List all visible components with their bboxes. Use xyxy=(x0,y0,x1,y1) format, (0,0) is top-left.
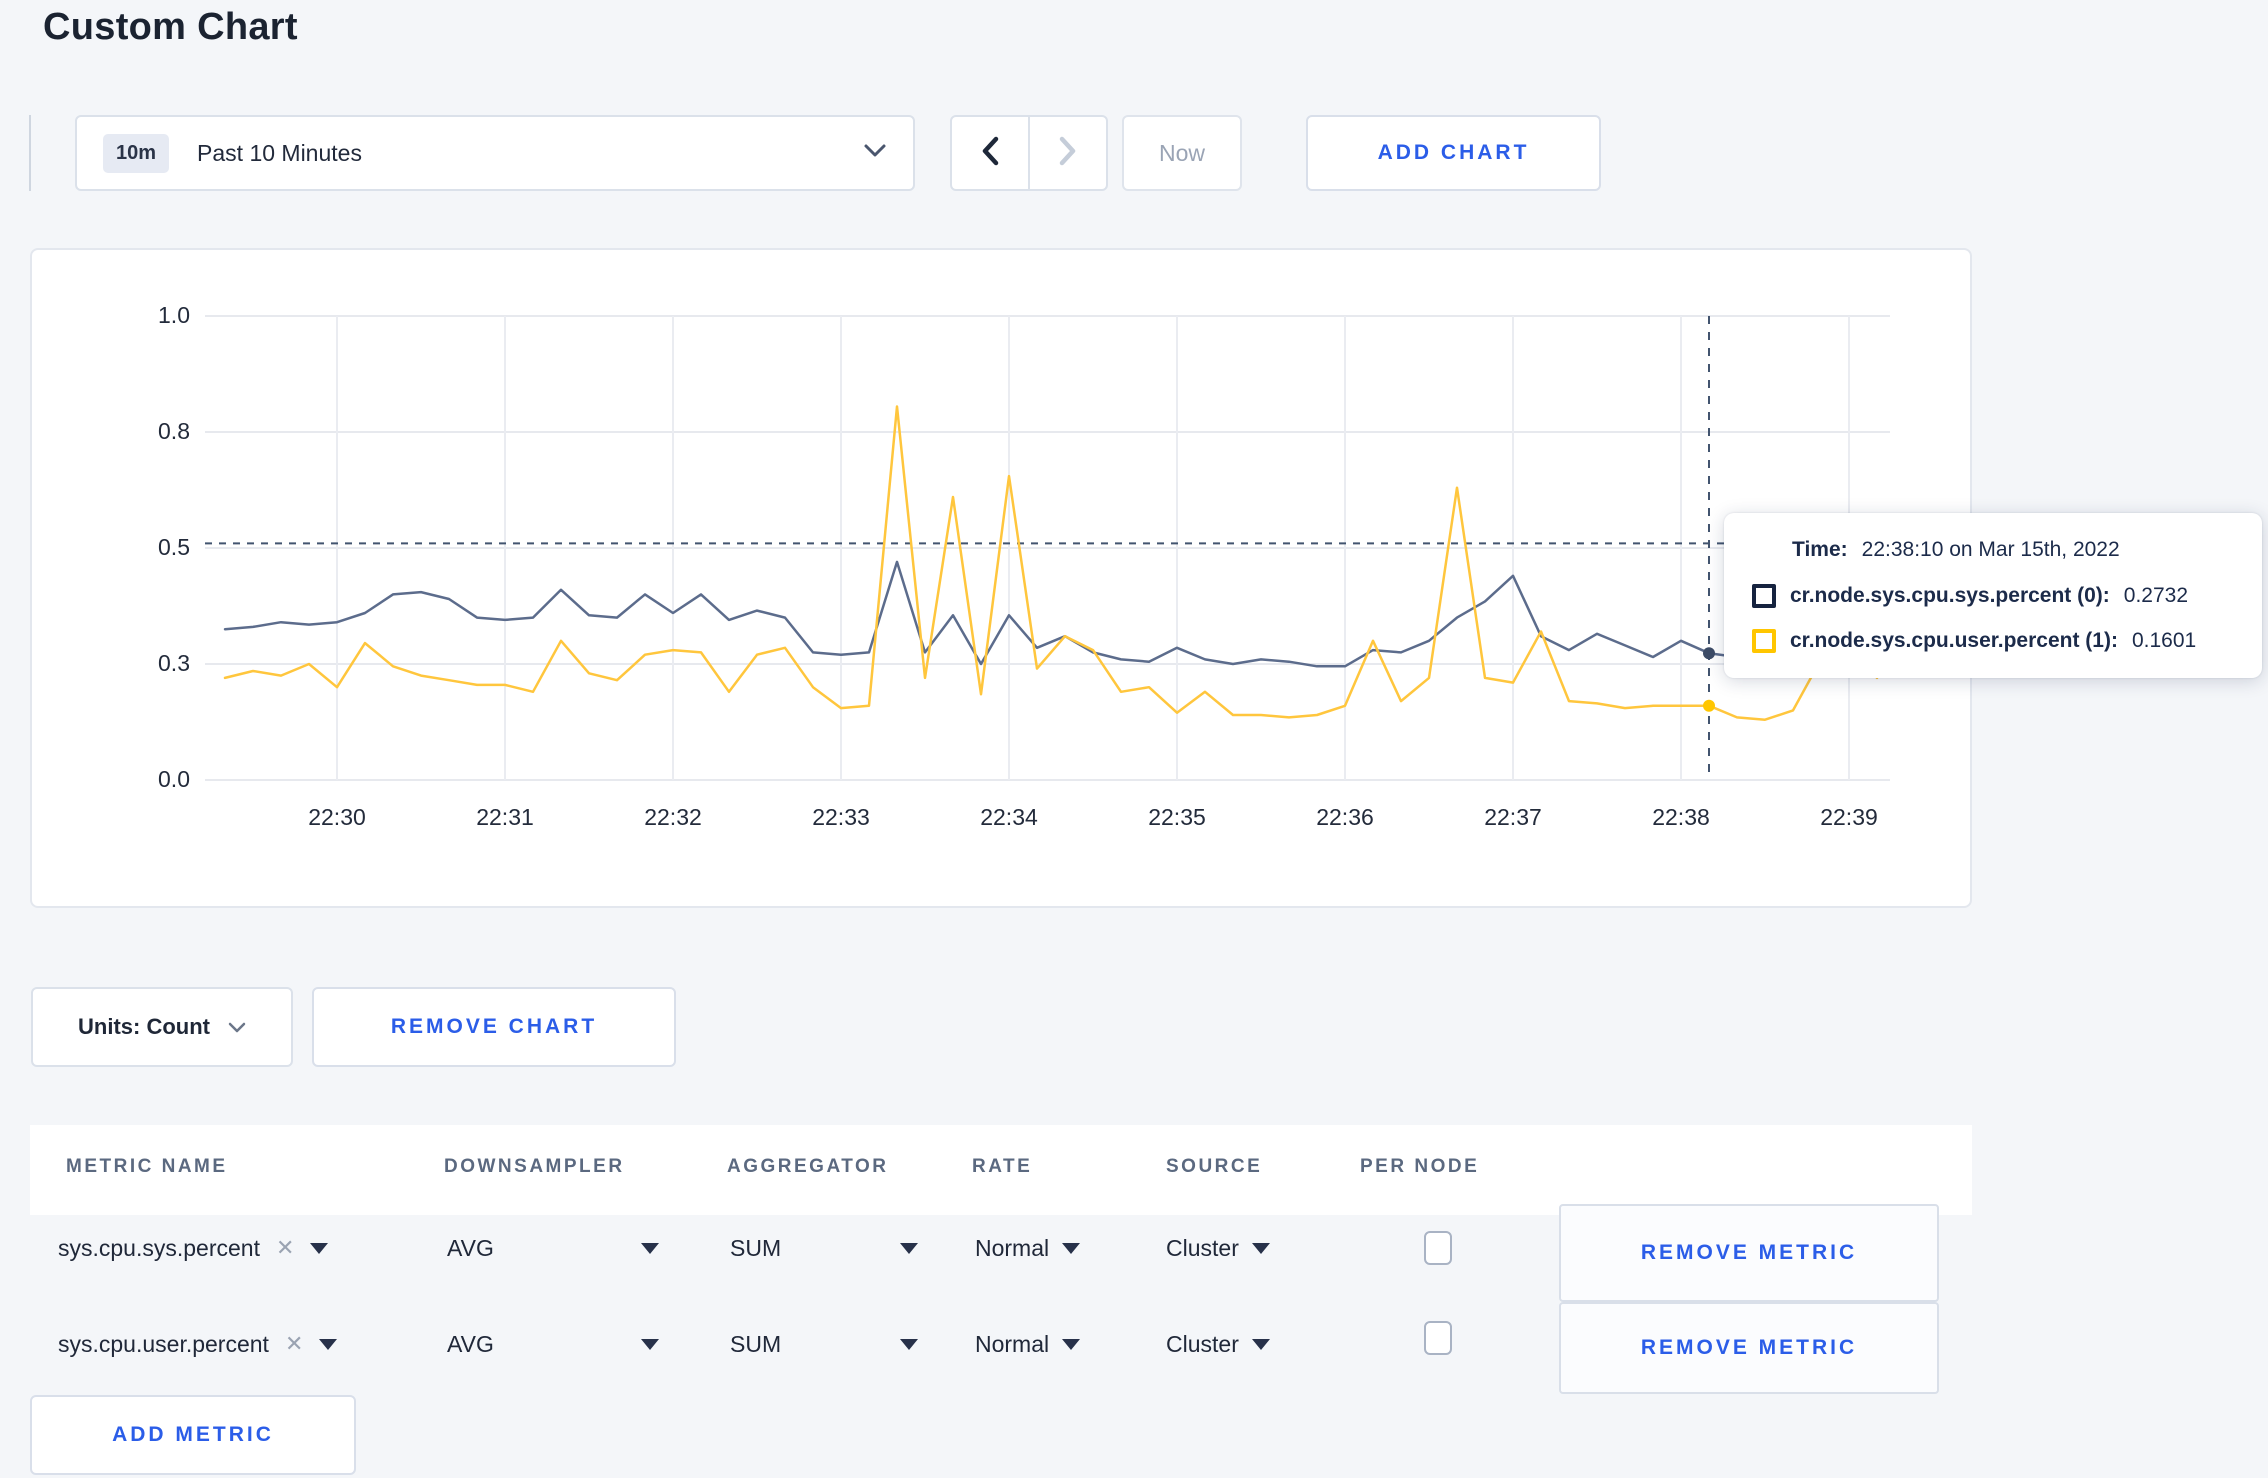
remove-metric-button[interactable]: REMOVE METRIC xyxy=(1559,1204,1939,1302)
chart-card[interactable] xyxy=(30,248,1972,908)
downsampler-select[interactable]: AVG xyxy=(447,1198,659,1298)
per-node-checkbox[interactable] xyxy=(1424,1321,1452,1355)
caret-down-icon xyxy=(1251,1242,1270,1254)
page-title: Custom Chart xyxy=(43,6,298,48)
units-label: Units: Count xyxy=(78,1014,210,1039)
time-prev-button[interactable] xyxy=(952,117,1030,189)
downsampler-select[interactable]: AVG xyxy=(447,1294,659,1394)
rate-select[interactable]: Normal xyxy=(975,1198,1081,1298)
time-next-button[interactable] xyxy=(1030,117,1106,189)
series-swatch-user xyxy=(1752,629,1776,653)
custom-chart-page: Custom Chart 10m Past 10 Minutes Now ADD… xyxy=(0,0,2268,1478)
chevron-down-icon xyxy=(228,1014,246,1040)
source-value: Cluster xyxy=(1166,1234,1239,1261)
rate-select[interactable]: Normal xyxy=(975,1294,1081,1394)
chart-hover-tooltip: Time: 22:38:10 on Mar 15th, 2022 cr.node.… xyxy=(1724,513,2262,678)
per-node-checkbox[interactable] xyxy=(1424,1231,1452,1265)
aggregator-value: SUM xyxy=(730,1234,782,1261)
time-range-badge: 10m xyxy=(103,133,170,173)
time-range-label: Past 10 Minutes xyxy=(197,139,362,166)
caret-down-icon xyxy=(1062,1242,1081,1254)
series-swatch-sys xyxy=(1752,583,1776,608)
metric-name-value: sys.cpu.sys.percent xyxy=(58,1234,260,1261)
downsampler-value: AVG xyxy=(447,1330,494,1357)
caret-down-icon xyxy=(641,1338,659,1350)
col-header-source: SOURCE xyxy=(1166,1156,1263,1177)
remove-chart-button[interactable]: REMOVE CHART xyxy=(312,987,676,1067)
source-select[interactable]: Cluster xyxy=(1166,1294,1270,1394)
metric-row: sys.cpu.sys.percent ✕ AVG SUM Normal Clu… xyxy=(0,1198,2268,1302)
time-range-select[interactable]: 10m Past 10 Minutes xyxy=(75,115,915,191)
col-header-metric-name: METRIC NAME xyxy=(66,1156,228,1177)
chevron-down-icon xyxy=(863,143,887,164)
clear-x-icon[interactable]: ✕ xyxy=(285,1331,303,1357)
chevron-right-icon xyxy=(1057,135,1079,172)
tooltip-time-value: 22:38:10 on Mar 15th, 2022 xyxy=(1861,538,2120,561)
add-chart-button[interactable]: ADD CHART xyxy=(1306,115,1601,191)
tooltip-series-label: cr.node.sys.cpu.sys.percent (0): xyxy=(1790,583,2110,607)
metric-name-select[interactable]: sys.cpu.sys.percent ✕ xyxy=(58,1198,329,1298)
metric-name-select[interactable]: sys.cpu.user.percent ✕ xyxy=(58,1294,338,1394)
rate-value: Normal xyxy=(975,1330,1050,1357)
add-metric-button[interactable]: ADD METRIC xyxy=(30,1395,356,1475)
rate-value: Normal xyxy=(975,1234,1050,1261)
clear-x-icon[interactable]: ✕ xyxy=(276,1235,294,1261)
col-header-aggregator: AGGREGATOR xyxy=(727,1156,889,1177)
metric-name-value: sys.cpu.user.percent xyxy=(58,1330,269,1357)
caret-down-icon xyxy=(900,1242,918,1254)
tooltip-series-value: 0.1601 xyxy=(2131,629,2197,652)
col-header-per-node: PER NODE xyxy=(1360,1156,1480,1177)
aggregator-value: SUM xyxy=(730,1330,782,1357)
caret-down-icon xyxy=(1251,1338,1270,1350)
chevron-left-icon xyxy=(979,135,1001,172)
now-button[interactable]: Now xyxy=(1122,115,1242,191)
col-header-downsampler: DOWNSAMPLER xyxy=(444,1156,625,1177)
caret-down-icon xyxy=(319,1338,338,1350)
downsampler-value: AVG xyxy=(447,1234,494,1261)
tooltip-time: Time: 22:38:10 on Mar 15th, 2022 xyxy=(1752,538,2234,562)
tooltip-time-prefix: Time: xyxy=(1792,538,1848,561)
tooltip-series-row: cr.node.sys.cpu.user.percent (1): 0.1601 xyxy=(1752,629,2234,653)
caret-down-icon xyxy=(900,1338,918,1350)
tooltip-series-label: cr.node.sys.cpu.user.percent (1): xyxy=(1790,629,2118,652)
caret-down-icon xyxy=(310,1242,329,1254)
aggregator-select[interactable]: SUM xyxy=(730,1294,918,1394)
source-select[interactable]: Cluster xyxy=(1166,1198,1270,1298)
tooltip-series-value: 0.2732 xyxy=(2123,583,2189,607)
source-value: Cluster xyxy=(1166,1330,1239,1357)
metric-row: sys.cpu.user.percent ✕ AVG SUM Normal Cl… xyxy=(0,1294,2268,1394)
caret-down-icon xyxy=(1062,1338,1081,1350)
tooltip-series-row: cr.node.sys.cpu.sys.percent (0): 0.2732 xyxy=(1752,583,2234,608)
toolbar-divider xyxy=(29,115,31,191)
caret-down-icon xyxy=(641,1242,659,1254)
remove-metric-button[interactable]: REMOVE METRIC xyxy=(1559,1302,1939,1394)
col-header-rate: RATE xyxy=(972,1156,1033,1177)
aggregator-select[interactable]: SUM xyxy=(730,1198,918,1298)
time-nav-group xyxy=(950,115,1108,191)
units-select[interactable]: Units: Count xyxy=(31,987,293,1067)
